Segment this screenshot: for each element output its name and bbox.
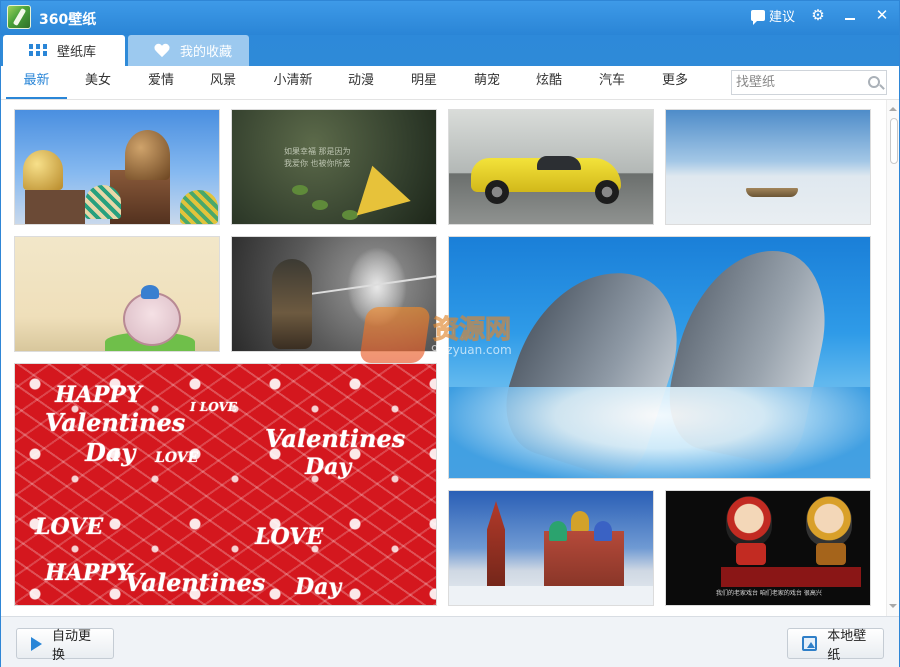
wallpaper-thumb-car[interactable] bbox=[448, 109, 654, 225]
valentine-word: LOVE bbox=[255, 524, 324, 550]
search-icon[interactable] bbox=[868, 76, 880, 88]
title-bar[interactable]: 360壁纸 建议 ⚙ ✕ bbox=[1, 1, 899, 35]
gear-icon: ⚙ bbox=[811, 6, 825, 24]
app-title: 360壁纸 bbox=[39, 12, 97, 28]
category-scenery[interactable]: 风景 bbox=[198, 66, 248, 99]
tab-wallpaper-library[interactable]: 壁纸库 bbox=[3, 35, 125, 66]
wallpaper-thumb-church[interactable] bbox=[14, 109, 220, 225]
vertical-scrollbar[interactable] bbox=[886, 100, 899, 616]
valentine-word: HAPPY bbox=[45, 560, 132, 586]
category-nav: 最新 美女 爱情 风景 小清新 动漫 明星 萌宠 炫酷 汽车 更多 bbox=[1, 66, 899, 100]
window-controls: 建议 ⚙ ✕ bbox=[750, 6, 891, 25]
wallpaper-caption: 如果幸福 那是因为 我爱你 也被你所爱 bbox=[284, 147, 351, 168]
tab-label: 壁纸库 bbox=[57, 45, 97, 60]
valentine-word: LOVE bbox=[155, 450, 199, 466]
valentine-word: I LOVE bbox=[190, 400, 237, 414]
category-love[interactable]: 爱情 bbox=[136, 66, 186, 99]
main-tabs: 壁纸库 我的收藏 bbox=[1, 35, 899, 66]
wallpaper-thumb-boat[interactable] bbox=[665, 109, 871, 225]
wallpaper-caption: 我们的老家戏台 咱们老家的戏台 很高兴 bbox=[716, 590, 822, 597]
active-category-indicator bbox=[6, 97, 67, 99]
scroll-up-arrow-icon[interactable] bbox=[889, 102, 897, 111]
wallpaper-thumb-opera[interactable]: 我们的老家戏台 咱们老家的戏台 很高兴 bbox=[665, 490, 871, 606]
category-cars[interactable]: 汽车 bbox=[587, 66, 637, 99]
category-anime[interactable]: 动漫 bbox=[336, 66, 386, 99]
suggest-button[interactable]: 建议 bbox=[750, 6, 795, 25]
valentine-word: Valentines bbox=[265, 424, 406, 453]
category-stars[interactable]: 明星 bbox=[399, 66, 449, 99]
play-icon bbox=[31, 636, 42, 651]
chat-bubble-icon bbox=[750, 10, 765, 25]
valentine-word: Day bbox=[295, 574, 342, 600]
app-logo-icon bbox=[7, 5, 31, 29]
image-icon bbox=[802, 636, 818, 651]
app-window: 360壁纸 建议 ⚙ ✕ 壁纸库 我的收藏 最新 美女 爱情 风景 小清新 动漫… bbox=[0, 0, 900, 667]
wallpaper-thumb-cartoon[interactable] bbox=[14, 236, 220, 352]
auto-change-label: 自动更换 bbox=[52, 628, 92, 663]
valentine-word: Valentines bbox=[45, 408, 186, 437]
auto-change-button[interactable]: 自动更换 bbox=[16, 628, 114, 663]
wallpaper-thumb-archer[interactable] bbox=[231, 236, 437, 352]
search-input[interactable] bbox=[732, 71, 857, 94]
category-pets[interactable]: 萌宠 bbox=[462, 66, 512, 99]
valentine-word: LOVE bbox=[35, 514, 104, 540]
valentine-word: HAPPY bbox=[55, 382, 142, 408]
close-button[interactable]: ✕ bbox=[873, 7, 891, 25]
close-icon: ✕ bbox=[875, 6, 889, 24]
local-wallpaper-label: 本地壁纸 bbox=[827, 628, 867, 663]
minimize-icon bbox=[845, 17, 855, 20]
category-more[interactable]: 更多 bbox=[650, 66, 700, 99]
tab-my-favorites[interactable]: 我的收藏 bbox=[128, 35, 249, 66]
category-fresh[interactable]: 小清新 bbox=[263, 66, 323, 99]
tab-label: 我的收藏 bbox=[180, 45, 233, 60]
grid-icon bbox=[29, 43, 47, 58]
category-beauty[interactable]: 美女 bbox=[73, 66, 123, 99]
valentine-word: Valentines bbox=[125, 568, 266, 597]
scrollbar-thumb[interactable] bbox=[890, 118, 898, 164]
wallpaper-thumb-moscow[interactable] bbox=[448, 490, 654, 606]
category-latest[interactable]: 最新 bbox=[6, 66, 67, 99]
local-wallpaper-button[interactable]: 本地壁纸 bbox=[787, 628, 884, 663]
wallpaper-thumb-dolphins[interactable] bbox=[448, 236, 871, 479]
bottom-toolbar: 自动更换 本地壁纸 bbox=[1, 616, 899, 667]
valentine-word: Day bbox=[305, 454, 352, 480]
wallpaper-grid: 如果幸福 那是因为 我爱你 也被你所爱 HAPPY Valentines Day… bbox=[1, 100, 899, 616]
suggest-label: 建议 bbox=[768, 10, 795, 25]
wallpaper-thumb-origami[interactable]: 如果幸福 那是因为 我爱你 也被你所爱 bbox=[231, 109, 437, 225]
settings-button[interactable]: ⚙ bbox=[809, 7, 827, 25]
heart-icon bbox=[154, 44, 170, 58]
valentine-word: Day bbox=[85, 438, 136, 467]
minimize-button[interactable] bbox=[841, 7, 859, 25]
search-box bbox=[731, 70, 887, 95]
scroll-down-arrow-icon[interactable] bbox=[889, 603, 897, 611]
wallpaper-thumb-valentine[interactable]: HAPPY Valentines Day Valentines Day LOVE… bbox=[14, 363, 437, 606]
category-cool[interactable]: 炫酷 bbox=[524, 66, 574, 99]
